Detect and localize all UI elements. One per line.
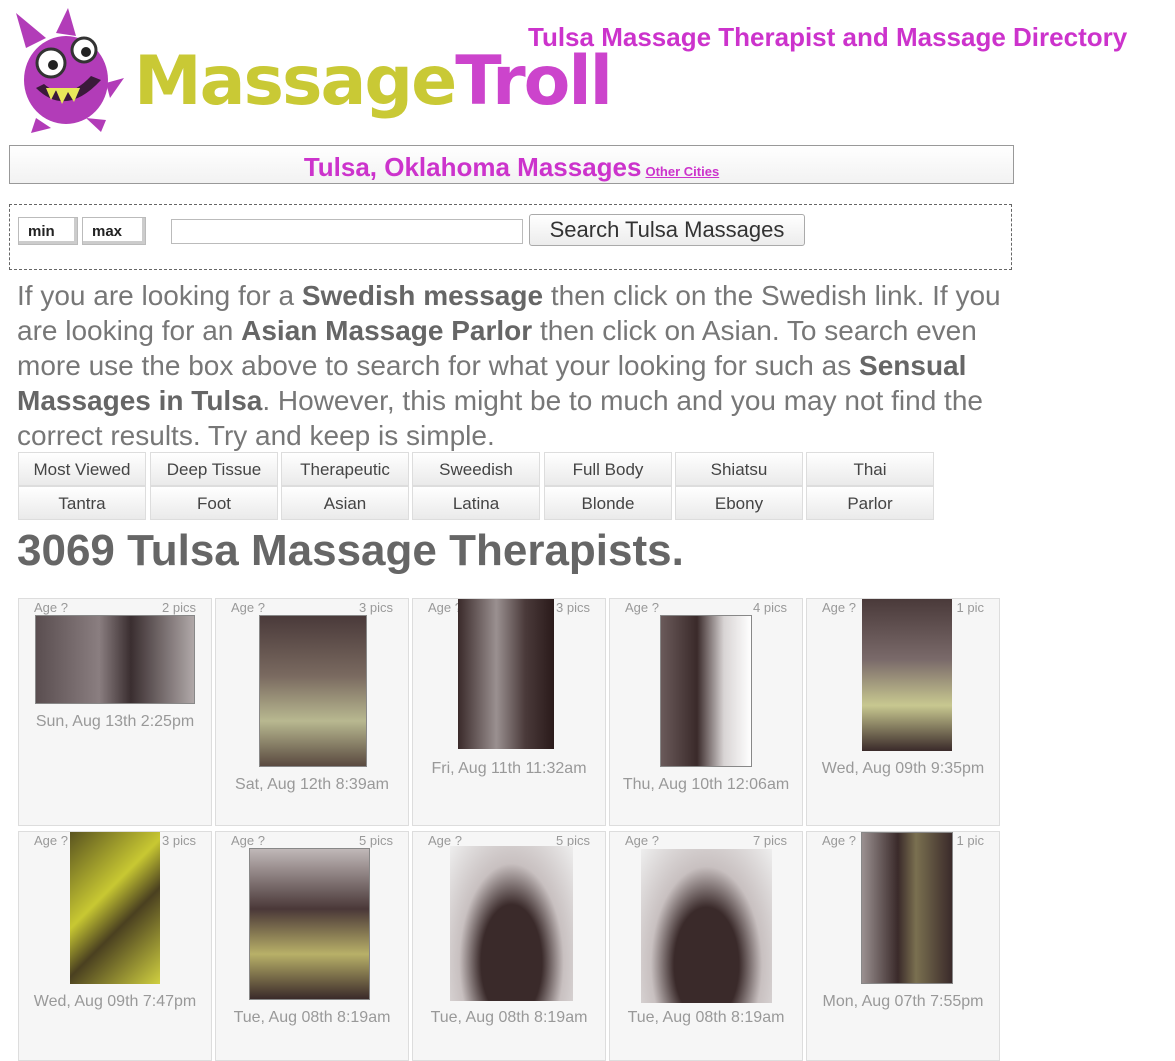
listing-photo[interactable]	[641, 849, 772, 1003]
listing-date: Wed, Aug 09th 7:47pm	[33, 993, 197, 1010]
listing-date: Sun, Aug 13th 2:25pm	[35, 713, 195, 730]
listing-card[interactable]: Age ? 5 pics Tue, Aug 08th 8:19am	[215, 831, 409, 1061]
pic-count: 7 pics	[753, 833, 787, 848]
listing-card[interactable]: Age ? 3 pics Sat, Aug 12th 8:39am	[215, 598, 409, 826]
category-asian[interactable]: Asian	[281, 486, 409, 520]
category-ebony[interactable]: Ebony	[675, 486, 803, 520]
listing-card[interactable]: Age ? 4 pics Thu, Aug 10th 12:06am	[609, 598, 803, 826]
age-label: Age ?	[34, 833, 68, 848]
age-label: Age ?	[428, 600, 462, 615]
age-label: Age ?	[822, 600, 856, 615]
search-button[interactable]: Search Tulsa Massages	[529, 214, 805, 246]
listing-card[interactable]: Age ? 3 pics Fri, Aug 11th 11:32am	[412, 598, 606, 826]
listing-photo[interactable]	[259, 615, 367, 767]
pic-count: 2 pics	[162, 600, 196, 615]
category-deep-tissue[interactable]: Deep Tissue	[150, 452, 278, 486]
city-bar: Tulsa, Oklahoma Massages Other Cities	[9, 145, 1014, 184]
age-label: Age ?	[34, 600, 68, 615]
site-logo[interactable]: MassageTroll	[6, 8, 613, 136]
age-label: Age ?	[625, 833, 659, 848]
min-age-select[interactable]: min	[18, 217, 78, 245]
listing-photo[interactable]	[35, 615, 195, 704]
listing-date: Wed, Aug 09th 9:35pm	[821, 760, 985, 777]
age-label: Age ?	[625, 600, 659, 615]
listing-date: Mon, Aug 07th 7:55pm	[822, 993, 984, 1010]
listing-card[interactable]: Age ? 3 pics Wed, Aug 09th 7:47pm	[18, 831, 212, 1061]
listing-photo[interactable]	[249, 848, 370, 1000]
category-shiatsu[interactable]: Shiatsu	[675, 452, 803, 486]
age-label: Age ?	[822, 833, 856, 848]
pic-count: 1 pic	[956, 833, 984, 848]
category-full-body[interactable]: Full Body	[544, 452, 672, 486]
intro-paragraph: If you are looking for a Swedish message…	[17, 280, 1001, 451]
listing-photo[interactable]	[70, 832, 160, 984]
listing-date: Tue, Aug 08th 8:19am	[627, 1009, 785, 1026]
category-thai[interactable]: Thai	[806, 452, 934, 486]
category-parlor[interactable]: Parlor	[806, 486, 934, 520]
pic-count: 3 pics	[162, 833, 196, 848]
category-latina[interactable]: Latina	[412, 486, 540, 520]
pic-count: 3 pics	[556, 600, 590, 615]
category-therapeutic[interactable]: Therapeutic	[281, 452, 409, 486]
listing-photo[interactable]	[862, 599, 952, 751]
max-age-select[interactable]: max	[82, 217, 146, 245]
troll-mascot-icon	[16, 8, 124, 133]
listing-date: Sat, Aug 12th 8:39am	[235, 776, 389, 793]
page-title: Tulsa Massage Therapist and Massage Dire…	[528, 22, 1128, 52]
listing-card[interactable]: Age ? 2 pics Sun, Aug 13th 2:25pm	[18, 598, 212, 826]
listing-date: Fri, Aug 11th 11:32am	[431, 760, 587, 777]
pic-count: 4 pics	[753, 600, 787, 615]
pic-count: 5 pics	[359, 833, 393, 848]
listing-photo[interactable]	[660, 615, 752, 767]
listing-photo[interactable]	[861, 832, 953, 984]
listing-date: Thu, Aug 10th 12:06am	[622, 776, 790, 793]
results-count-heading: 3069 Tulsa Massage Therapists.	[17, 526, 684, 575]
search-input[interactable]	[171, 219, 523, 244]
age-label: Age ?	[231, 833, 265, 848]
listing-photo[interactable]	[450, 846, 573, 1001]
listing-card[interactable]: Age ? 5 pics Tue, Aug 08th 8:19am	[412, 831, 606, 1061]
listing-card[interactable]: Age ? 1 pic Mon, Aug 07th 7:55pm	[806, 831, 1000, 1061]
listing-card[interactable]: Age ? 7 pics Tue, Aug 08th 8:19am	[609, 831, 803, 1061]
pic-count: 1 pic	[956, 600, 984, 615]
category-tantra[interactable]: Tantra	[18, 486, 146, 520]
category-blonde[interactable]: Blonde	[544, 486, 672, 520]
logo-wordmark: MassageTroll	[134, 42, 613, 121]
city-heading: Tulsa, Oklahoma Massages	[303, 152, 642, 182]
listing-photo[interactable]	[458, 599, 554, 749]
other-cities-link[interactable]: Other Cities	[645, 164, 719, 179]
category-foot[interactable]: Foot	[150, 486, 278, 520]
pic-count: 3 pics	[359, 600, 393, 615]
category-sweedish[interactable]: Sweedish	[412, 452, 540, 486]
search-panel: min max Search Tulsa Massages	[9, 204, 1012, 270]
age-label: Age ?	[231, 600, 265, 615]
listing-date: Tue, Aug 08th 8:19am	[233, 1009, 391, 1026]
category-most-viewed[interactable]: Most Viewed	[18, 452, 146, 486]
listing-date: Tue, Aug 08th 8:19am	[430, 1009, 588, 1026]
listing-card[interactable]: Age ? 1 pic Wed, Aug 09th 9:35pm	[806, 598, 1000, 826]
